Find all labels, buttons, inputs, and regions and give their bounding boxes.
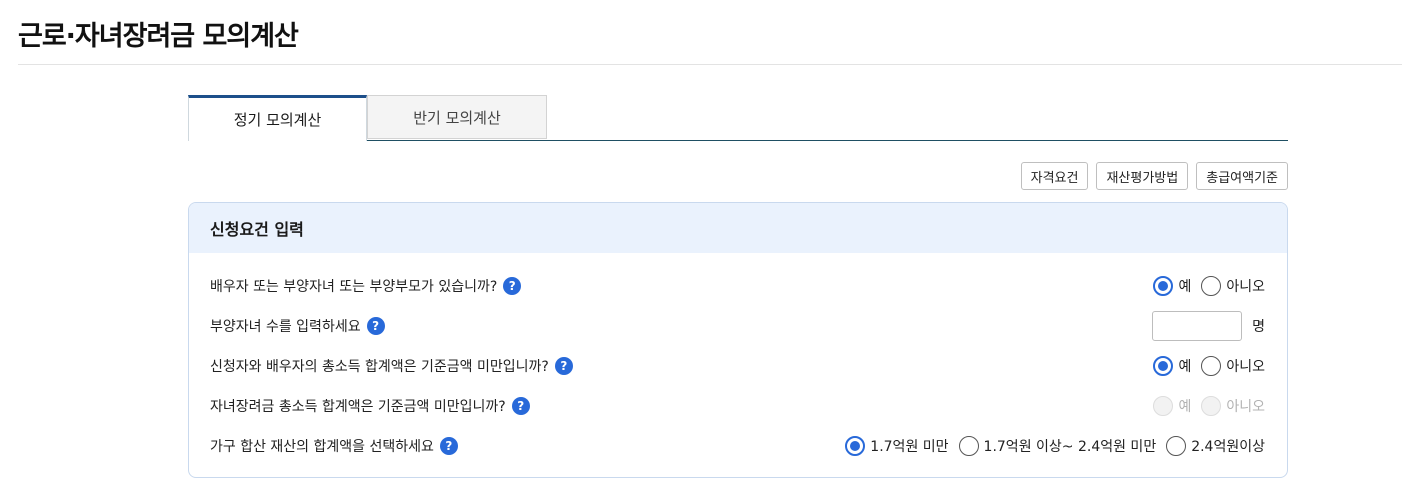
property-valuation-button[interactable]: 재산평가방법 — [1096, 162, 1189, 190]
radio-group-child-income: 예 아니오 — [1153, 393, 1265, 419]
eligibility-button[interactable]: 자격요건 — [1020, 162, 1089, 190]
radio-unchecked-icon[interactable] — [958, 436, 979, 456]
radio-option-over-2-4[interactable]: 2.4억원이상 — [1166, 436, 1265, 456]
radio-label: 1.7억원 이상~ 2.4억원 미만 — [983, 439, 1157, 455]
radio-label: 예 — [1178, 359, 1192, 375]
radio-option-1-7-to-2-4[interactable]: 1.7억원 이상~ 2.4억원 미만 — [958, 436, 1157, 456]
unit-label: 명 — [1252, 319, 1265, 335]
question-row-dependents: 배우자 또는 부양자녀 또는 부양부모가 있습니까? ? 예 아니오 — [189, 273, 1287, 299]
radio-label: 아니오 — [1226, 279, 1265, 295]
radio-checked-icon[interactable] — [1153, 356, 1174, 376]
radio-group-household-assets: 1.7억원 미만 1.7억원 이상~ 2.4억원 미만 2.4억원이상 — [845, 433, 1265, 459]
radio-option-yes[interactable]: 예 — [1153, 276, 1191, 296]
radio-label: 예 — [1178, 279, 1192, 295]
tab-regular-simulation[interactable]: 정기 모의계산 — [188, 95, 367, 141]
reference-buttons: 자격요건 재산평가방법 총급여액기준 — [1020, 162, 1288, 190]
radio-label: 아니오 — [1226, 359, 1265, 375]
question-label: 신청자와 배우자의 총소득 합계액은 기준금액 미만입니까? ? — [210, 353, 573, 379]
question-label: 가구 합산 재산의 합계액을 선택하세요 ? — [210, 433, 458, 459]
radio-unchecked-icon[interactable] — [1166, 436, 1187, 456]
radio-checked-icon[interactable] — [845, 436, 866, 456]
tab-half-year-simulation[interactable]: 반기 모의계산 — [367, 95, 547, 139]
question-text: 배우자 또는 부양자녀 또는 부양부모가 있습니까? — [210, 279, 498, 295]
tab-bar: 정기 모의계산 반기 모의계산 — [188, 95, 1288, 141]
radio-disabled-icon — [1153, 396, 1174, 416]
question-text: 신청자와 배우자의 총소득 합계액은 기준금액 미만입니까? — [210, 359, 549, 375]
radio-option-under-1-7[interactable]: 1.7억원 미만 — [845, 436, 949, 456]
help-icon[interactable]: ? — [554, 357, 573, 375]
question-row-child-count: 부양자녀 수를 입력하세요 ? 명 — [189, 311, 1287, 341]
question-text: 자녀장려금 총소득 합계액은 기준금액 미만입니까? — [210, 399, 506, 415]
radio-label: 아니오 — [1226, 399, 1265, 415]
child-count-field: 명 — [1152, 311, 1265, 341]
panel-header: 신청요건 입력 — [189, 203, 1287, 253]
question-row-household-assets: 가구 합산 재산의 합계액을 선택하세요 ? 1.7억원 미만 1.7억원 이상… — [189, 433, 1287, 459]
title-divider — [18, 64, 1402, 65]
radio-option-no-disabled: 아니오 — [1201, 396, 1265, 416]
panel-title: 신청요건 입력 — [210, 220, 304, 239]
child-count-input[interactable] — [1152, 311, 1243, 341]
question-row-child-income: 자녀장려금 총소득 합계액은 기준금액 미만입니까? ? 예 아니오 — [189, 393, 1287, 419]
radio-unchecked-icon[interactable] — [1201, 276, 1222, 296]
radio-checked-icon[interactable] — [1153, 276, 1174, 296]
help-icon[interactable]: ? — [511, 397, 530, 415]
radio-label: 2.4억원이상 — [1191, 439, 1265, 455]
help-icon[interactable]: ? — [503, 277, 522, 295]
radio-group-total-income: 예 아니오 — [1153, 353, 1265, 379]
question-label: 자녀장려금 총소득 합계액은 기준금액 미만입니까? ? — [210, 393, 530, 419]
radio-option-no[interactable]: 아니오 — [1201, 356, 1265, 376]
radio-group-dependents: 예 아니오 — [1153, 273, 1265, 299]
radio-disabled-icon — [1201, 396, 1222, 416]
radio-option-yes-disabled: 예 — [1153, 396, 1191, 416]
radio-unchecked-icon[interactable] — [1201, 356, 1222, 376]
page-title: 근로·자녀장려금 모의계산 — [18, 21, 299, 52]
radio-option-yes[interactable]: 예 — [1153, 356, 1191, 376]
application-requirements-panel: 신청요건 입력 배우자 또는 부양자녀 또는 부양부모가 있습니까? ? 예 아… — [188, 202, 1288, 478]
radio-label: 1.7억원 미만 — [870, 439, 949, 455]
help-icon[interactable]: ? — [366, 317, 385, 335]
question-label: 부양자녀 수를 입력하세요 ? — [210, 313, 385, 339]
question-text: 부양자녀 수를 입력하세요 — [210, 319, 361, 335]
question-label: 배우자 또는 부양자녀 또는 부양부모가 있습니까? ? — [210, 273, 522, 299]
question-row-total-income: 신청자와 배우자의 총소득 합계액은 기준금액 미만입니까? ? 예 아니오 — [189, 353, 1287, 379]
radio-label: 예 — [1178, 399, 1192, 415]
total-salary-criteria-button[interactable]: 총급여액기준 — [1196, 162, 1288, 190]
help-icon[interactable]: ? — [439, 437, 458, 455]
radio-option-no[interactable]: 아니오 — [1201, 276, 1265, 296]
question-text: 가구 합산 재산의 합계액을 선택하세요 — [210, 439, 434, 455]
